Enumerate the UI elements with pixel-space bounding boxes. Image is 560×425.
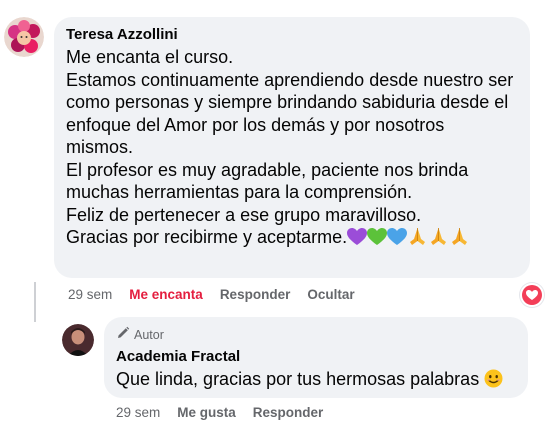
- commenter-avatar[interactable]: [4, 17, 44, 57]
- reply-button[interactable]: Responder: [253, 405, 324, 420]
- author-badge-label: Autor: [134, 327, 164, 342]
- comment-line: como personas y siempre brindando sabidu…: [66, 92, 509, 112]
- comment-line-last: Gracias por recibirme y aceptarme.: [66, 226, 513, 249]
- reply-actions: 29 sem Me gusta Responder: [116, 405, 340, 420]
- comment-line: Feliz de pertenecer a ese grupo maravill…: [66, 204, 422, 225]
- comment-timestamp[interactable]: 29 sem: [68, 287, 112, 302]
- comment-line: muchas herramientas para la comprensión.: [66, 182, 413, 202]
- comment-line: El profesor es muy agradable, paciente n…: [66, 159, 469, 180]
- comment-body: Me encanta el curso. Estamos continuamen…: [66, 46, 513, 249]
- comment-bubble: Teresa Azzollini Me encanta el curso. Es…: [54, 17, 530, 278]
- green-heart-icon: [367, 228, 388, 246]
- comment-line: mismos.: [66, 137, 133, 157]
- folded-hands-icon: [428, 227, 449, 246]
- thread-line: [34, 282, 36, 322]
- hide-button[interactable]: Ocultar: [307, 287, 354, 302]
- comment-line: Gracias por recibirme y aceptarme.: [66, 227, 348, 247]
- comment-line: Estamos continuamente aprendiendo desde …: [66, 69, 514, 90]
- reply-body: Que linda, gracias por tus hermosas pala…: [116, 368, 503, 391]
- smiling-face-icon: [484, 369, 503, 388]
- comment-line: Me encanta el curso.: [66, 47, 234, 67]
- purple-heart-icon: [347, 228, 368, 246]
- love-reaction-button[interactable]: Me encanta: [129, 287, 203, 302]
- reply-button[interactable]: Responder: [220, 287, 291, 302]
- comment-author[interactable]: Teresa Azzollini: [66, 26, 178, 43]
- author-badge: Autor: [116, 326, 164, 343]
- comment-line: enfoque del Amor por los demás y por nos…: [66, 114, 445, 135]
- reply-timestamp[interactable]: 29 sem: [116, 405, 160, 420]
- reply-bubble: Autor Academia Fractal Que linda, gracia…: [104, 317, 528, 398]
- pencil-icon: [116, 326, 130, 343]
- reply-author[interactable]: Academia Fractal: [116, 348, 240, 365]
- folded-hands-icon: [449, 227, 470, 246]
- reply-author-avatar[interactable]: [62, 324, 94, 356]
- like-button[interactable]: Me gusta: [177, 405, 236, 420]
- folded-hands-icon: [407, 227, 428, 246]
- reply-text: Que linda, gracias por tus hermosas pala…: [116, 369, 480, 389]
- blue-heart-icon: [387, 228, 408, 246]
- love-reaction-icon[interactable]: [520, 283, 544, 307]
- comment-actions: 29 sem Me encanta Responder Ocultar: [68, 287, 372, 302]
